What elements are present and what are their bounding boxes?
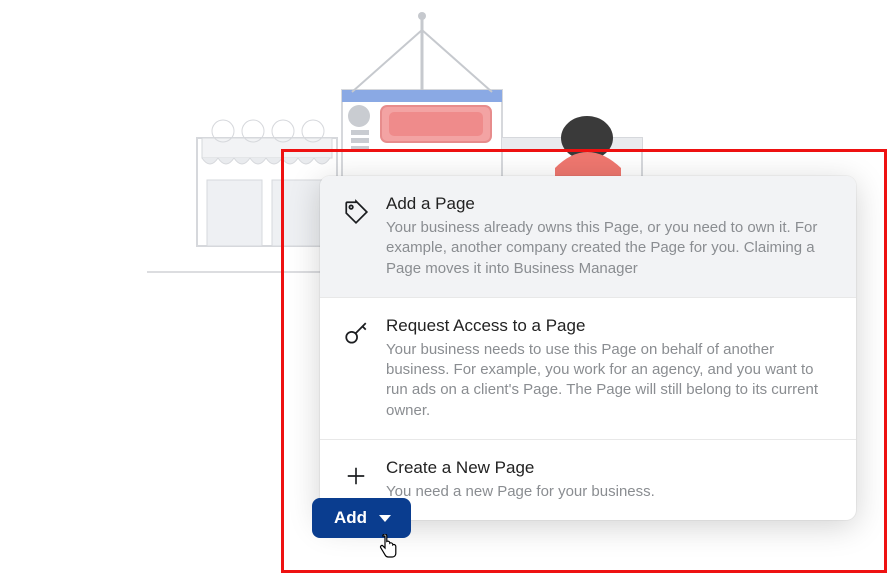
menu-item-title: Request Access to a Page <box>386 316 834 336</box>
add-button[interactable]: Add <box>312 498 411 538</box>
tag-icon <box>342 198 370 226</box>
pointer-cursor-icon <box>377 534 399 565</box>
menu-item-desc: Your business already owns this Page, or… <box>386 218 834 279</box>
chevron-down-icon <box>379 515 391 522</box>
menu-item-add-page[interactable]: Add a Page Your business already owns th… <box>320 176 856 298</box>
menu-item-request-access[interactable]: Request Access to a Page Your business n… <box>320 298 856 440</box>
menu-item-title: Create a New Page <box>386 458 834 478</box>
menu-item-desc: Your business needs to use this Page on … <box>386 340 834 421</box>
menu-item-desc: You need a new Page for your business. <box>386 482 834 502</box>
plus-icon <box>342 462 370 490</box>
menu-item-title: Add a Page <box>386 194 834 214</box>
key-icon <box>342 320 370 348</box>
add-page-menu: Add a Page Your business already owns th… <box>320 176 856 520</box>
add-button-label: Add <box>334 508 367 528</box>
